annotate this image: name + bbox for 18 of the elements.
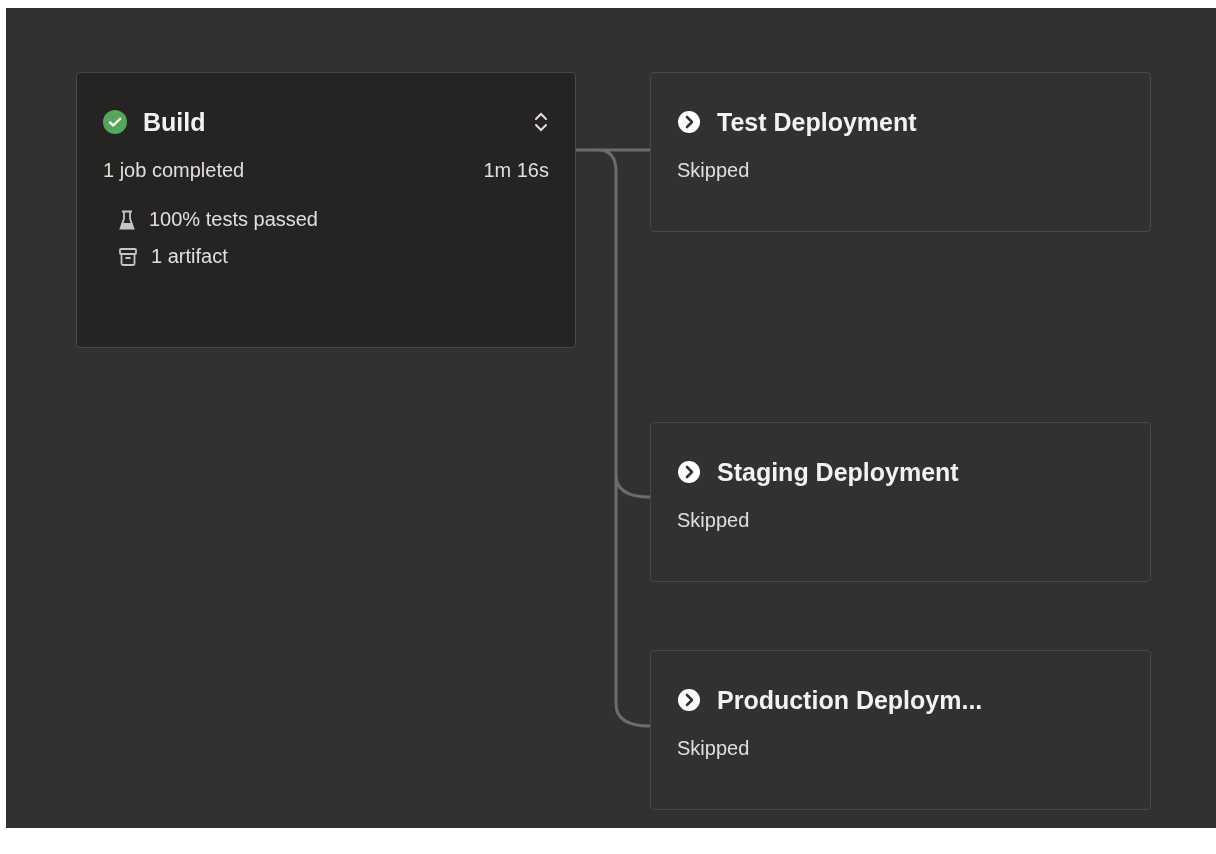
stage-card[interactable]: Test Deployment Skipped — [650, 72, 1151, 232]
stage-card[interactable]: Production Deploym... Skipped — [650, 650, 1151, 810]
stage-card[interactable]: Staging Deployment Skipped — [650, 422, 1151, 582]
stage-status: Skipped — [677, 159, 750, 182]
duration: 1m 16s — [483, 159, 549, 182]
expand-toggle[interactable] — [533, 111, 549, 133]
stage-title: Staging Deployment — [717, 457, 959, 487]
stage-status: Skipped — [677, 737, 750, 760]
stage-title: Build — [143, 107, 206, 137]
job-summary: 1 job completed — [103, 159, 245, 182]
stage-title: Production Deploym... — [717, 685, 983, 715]
stage-card[interactable]: Build 1 job completed 1m 16s 100% tests passed 1 artifact — [76, 72, 576, 348]
flask-icon — [119, 209, 135, 230]
archive-icon — [119, 247, 137, 266]
stage-detail: 1 artifact — [151, 245, 228, 268]
stage-title: Test Deployment — [717, 107, 917, 137]
stage-status: Skipped — [677, 509, 750, 532]
stage-detail: 100% tests passed — [149, 208, 318, 231]
